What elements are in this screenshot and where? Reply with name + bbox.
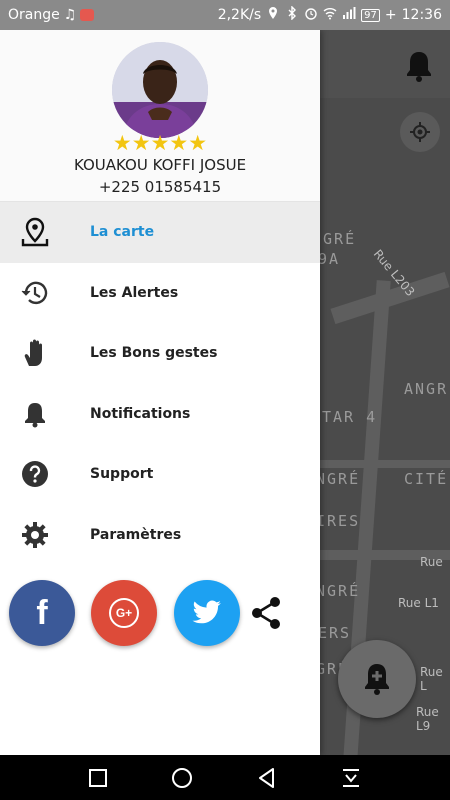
menu-item-les-bons-gestes[interactable]: Les Bons gestes (0, 323, 320, 384)
map-label: 9A (318, 250, 341, 268)
google-plus-button[interactable]: G+ (91, 580, 157, 646)
menu-label: Notifications (90, 405, 191, 422)
profile-photo (112, 42, 208, 138)
google-plus-icon: G+ (109, 598, 139, 628)
menu-item-la-carte[interactable]: La carte (0, 202, 320, 263)
history-icon (20, 278, 50, 308)
user-name: KOUAKOU KOFFI JOSUE (73, 156, 247, 174)
pull-down-icon (343, 769, 359, 787)
bell-icon (20, 399, 50, 429)
notifications-bell-button[interactable] (398, 46, 440, 86)
notification-app-icon (80, 9, 95, 21)
bell-icon (407, 52, 431, 82)
hand-icon (20, 338, 50, 368)
map-label: TAR 4 (322, 408, 378, 426)
status-bar: Orange ♫ 2,2K/s 97 + 12:36 (0, 0, 450, 30)
triangle-back-icon (259, 768, 274, 788)
carrier-text: Orange (8, 7, 60, 23)
wifi-icon (323, 6, 337, 24)
menu-label: Paramètres (90, 526, 182, 543)
signal-icon (342, 6, 356, 24)
location-icon (266, 6, 280, 24)
map-pin-icon (20, 217, 50, 247)
notification-shade-button[interactable] (338, 765, 364, 791)
facebook-button[interactable]: f (9, 580, 75, 646)
bell-plus-icon (365, 664, 389, 695)
clock-time: 12:36 (401, 7, 442, 23)
map-street-label: Rue L (420, 665, 443, 693)
rating-stars: ★★★★★ (112, 131, 208, 155)
back-button[interactable] (254, 765, 280, 791)
square-icon (89, 769, 107, 787)
map-street-label: Rue L1 (398, 596, 439, 610)
home-button[interactable] (169, 765, 195, 791)
map-label: CITÉ (404, 470, 449, 488)
my-location-button[interactable] (400, 112, 440, 152)
map-road (320, 460, 450, 468)
help-icon (20, 459, 50, 489)
map-label: IRES (316, 512, 361, 530)
map-label: NGRÉ (316, 470, 361, 488)
menu-label: La carte (90, 224, 155, 241)
user-phone: +225 01585415 (98, 178, 222, 196)
avatar[interactable] (112, 42, 208, 138)
screen: Orange ♫ 2,2K/s 97 + 12:36 NGRÉ 9A ANGR … (0, 0, 450, 800)
google-plus-glyph: G+ (115, 606, 133, 620)
menu-label: Support (90, 466, 154, 483)
menu-item-les-alertes[interactable]: Les Alertes (0, 263, 320, 324)
share-icon[interactable] (250, 596, 282, 630)
facebook-icon: f (36, 593, 48, 632)
recent-apps-button[interactable] (85, 765, 111, 791)
map-label: ERS (318, 624, 352, 642)
music-icon: ♫ (63, 7, 77, 23)
map-street-label: Rue (420, 555, 443, 569)
menu-item-support[interactable]: Support (0, 444, 320, 505)
navigation-drawer: ★★★★★ KOUAKOU KOFFI JOSUE +225 01585415 … (0, 30, 320, 755)
map-street-label: Rue L9 (416, 705, 439, 733)
circle-icon (172, 768, 192, 788)
system-navigation-bar (0, 755, 450, 800)
crosshair-icon (410, 122, 430, 142)
network-speed: 2,2K/s (217, 7, 262, 23)
twitter-button[interactable] (174, 580, 240, 646)
battery-icon: 97 (361, 8, 380, 22)
social-share-row: f G+ (0, 578, 320, 648)
twitter-bird-icon (192, 600, 221, 624)
charging-icon: + (384, 7, 397, 23)
menu-label: Les Alertes (90, 284, 179, 301)
map-label: ANGR (404, 380, 449, 398)
menu-item-notifications[interactable]: Notifications (0, 384, 320, 445)
add-alert-button[interactable] (338, 640, 416, 718)
gear-icon (20, 520, 50, 550)
map-label: NGRÉ (316, 582, 361, 600)
drawer-menu: La carte Les Alertes Les Bons gestes Not… (0, 202, 320, 565)
menu-label: Les Bons gestes (90, 345, 218, 362)
alarm-icon (304, 6, 318, 24)
menu-item-parametres[interactable]: Paramètres (0, 505, 320, 566)
drawer-header: ★★★★★ KOUAKOU KOFFI JOSUE +225 01585415 (0, 30, 320, 202)
bluetooth-icon (285, 6, 299, 24)
